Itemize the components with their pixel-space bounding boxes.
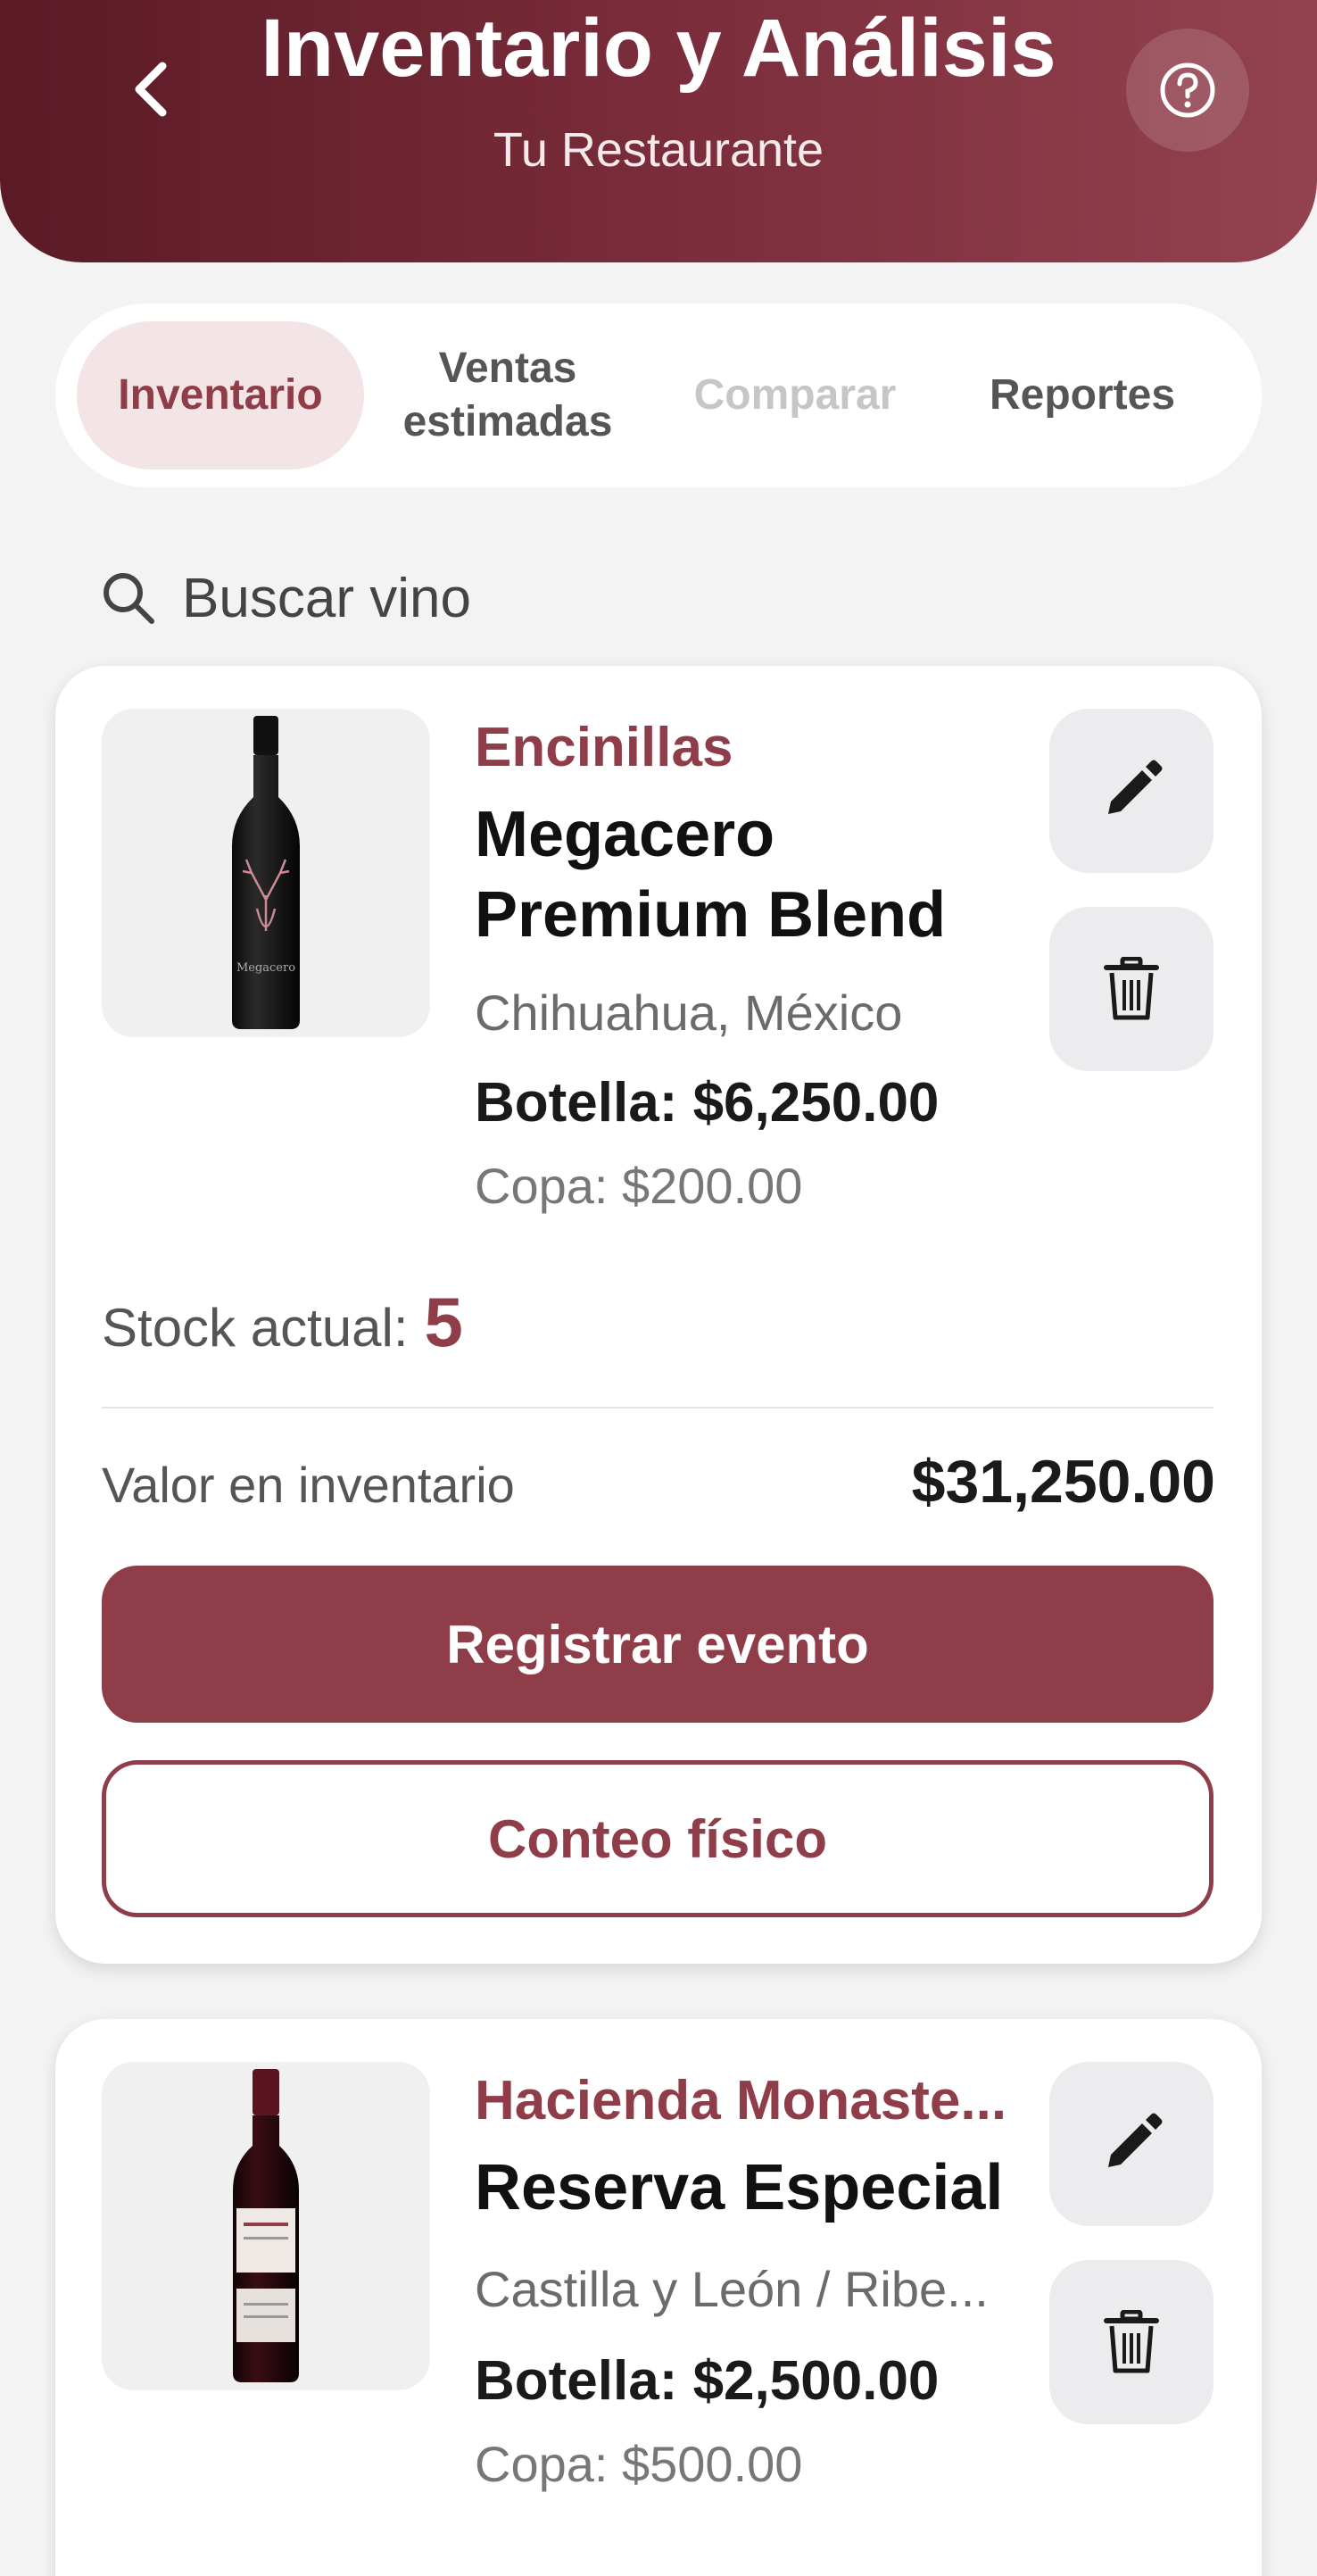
search-input[interactable]: Buscar vino [100,553,471,643]
help-button[interactable] [1126,29,1249,152]
wine-region: Chihuahua, México [475,985,903,1041]
register-event-button[interactable]: Registrar evento [102,1566,1213,1723]
page-title: Inventario y Análisis [261,3,1056,94]
search-placeholder: Buscar vino [182,567,471,629]
glass-price: Copa: $200.00 [475,1158,803,1214]
pencil-icon [1108,2113,1163,2167]
divider [102,1407,1213,1408]
edit-button[interactable] [1049,709,1213,873]
wine-image: Megacero [102,709,430,1037]
bottle-price: Botella: $2,500.00 [475,2350,940,2412]
trash-icon [1104,957,1159,1020]
page-subtitle: Tu Restaurante [493,123,824,177]
winery-name: Encinillas [475,717,733,778]
search-icon [104,573,154,624]
wine-bottle-image: Megacero [232,716,300,1029]
physical-count-button[interactable]: Conteo físico [102,1760,1213,1917]
pencil-icon [1108,760,1163,814]
bottle-price: Botella: $6,250.00 [475,1072,940,1134]
inventory-value: $31,250.00 [911,1448,1215,1516]
stock-value: 5 [424,1283,463,1361]
wine-region: Castilla y León / Ribe... [475,2261,989,2317]
wine-image [102,2062,430,2390]
tab-comparar[interactable]: Comparar [651,321,939,469]
trash-icon [1104,2310,1159,2373]
wine-card: Hacienda Monaste... Reserva Especial Cas… [55,2019,1262,2576]
edit-button[interactable] [1049,2062,1213,2226]
glass-price: Copa: $500.00 [475,2436,803,2492]
tab-ventas-estimadas[interactable]: Ventas estimadas [364,321,651,469]
inventory-value-label: Valor en inventario [102,1457,515,1513]
wine-bottle-image [233,2069,299,2382]
wine-card: Megacero Encinillas Megacero Premium Ble… [55,666,1262,1964]
wine-name: Megacero Premium Blend [475,799,947,951]
stock-row: Stock actual: 5 [102,1282,463,1363]
winery-name: Hacienda Monaste... [475,2070,1007,2131]
tab-inventario[interactable]: Inventario [77,321,364,469]
delete-button[interactable] [1049,907,1213,1071]
delete-button[interactable] [1049,2260,1213,2424]
tab-bar: Inventario Ventas estimadas Comparar Rep… [55,303,1262,487]
question-circle-icon [1160,62,1215,118]
tab-reportes[interactable]: Reportes [939,321,1226,469]
app-header: Inventario y Análisis Tu Restaurante [0,0,1317,262]
wine-name: Reserva Especial [475,2152,1004,2223]
svg-text:Megacero: Megacero [236,961,295,975]
stock-label: Stock actual: [102,1298,409,1358]
